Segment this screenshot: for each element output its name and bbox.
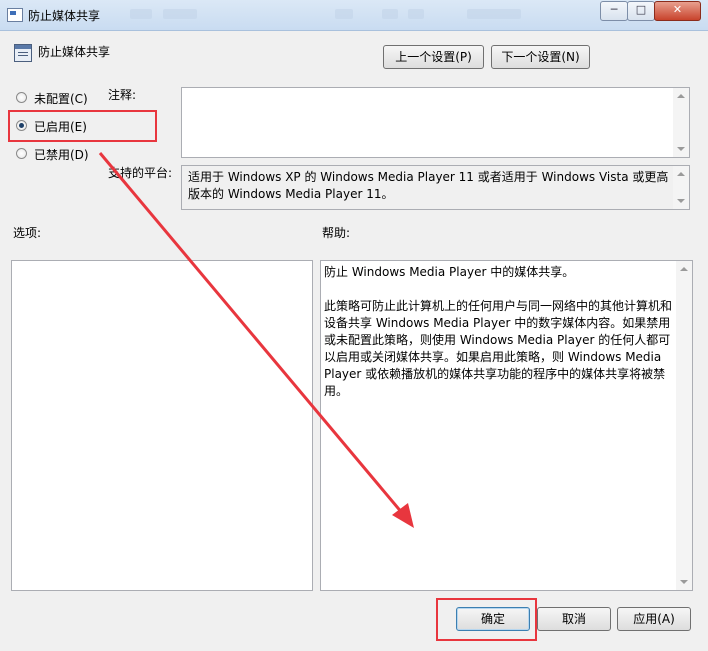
annotation-arrow [98,152,414,528]
arrow-line [98,152,410,521]
